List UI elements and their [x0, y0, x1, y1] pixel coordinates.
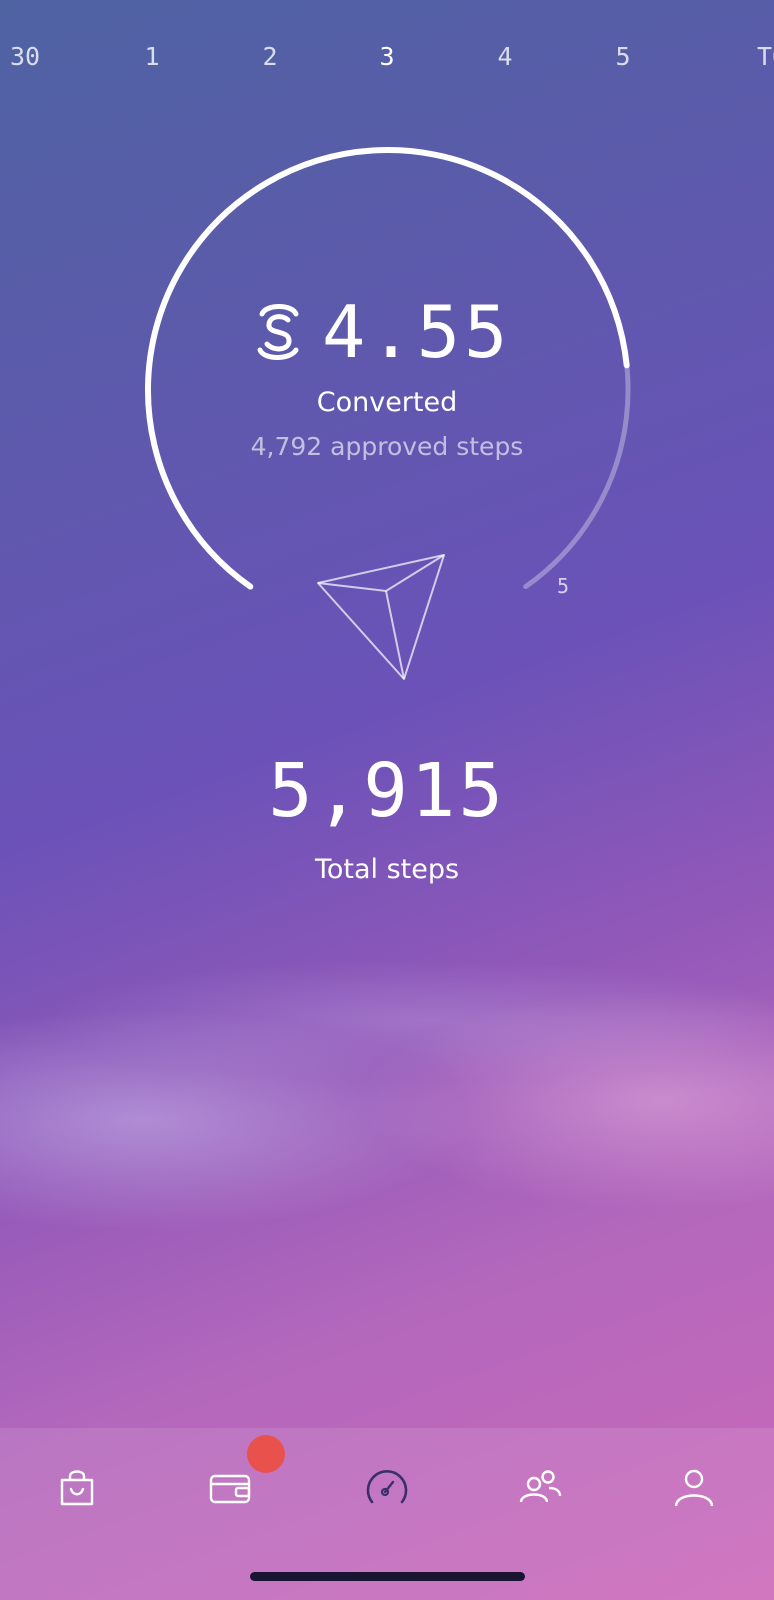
converted-label: Converted — [316, 387, 458, 418]
paper-plane-icon — [317, 554, 445, 680]
gauge-max-label: 5 — [557, 574, 570, 598]
total-steps-value: 5,915 — [268, 748, 506, 834]
friends-tab[interactable] — [500, 1456, 580, 1520]
friends-icon — [519, 1470, 562, 1503]
approved-steps-label: 4,792 approved steps — [250, 432, 524, 461]
home-indicator — [250, 1572, 525, 1581]
profile-icon — [674, 1469, 714, 1507]
wallet-icon — [209, 1474, 251, 1504]
converted-amount: 4.55 — [322, 290, 512, 374]
notification-badge — [247, 1435, 285, 1473]
total-steps-label: Total steps — [314, 854, 460, 885]
shopping-bag-icon — [60, 1470, 94, 1506]
speedometer-tab[interactable] — [347, 1456, 427, 1520]
profile-tab[interactable] — [654, 1456, 734, 1520]
speedometer-icon — [366, 1470, 408, 1504]
shop-tab[interactable] — [37, 1456, 117, 1520]
sweatcoin-icon — [257, 304, 299, 360]
